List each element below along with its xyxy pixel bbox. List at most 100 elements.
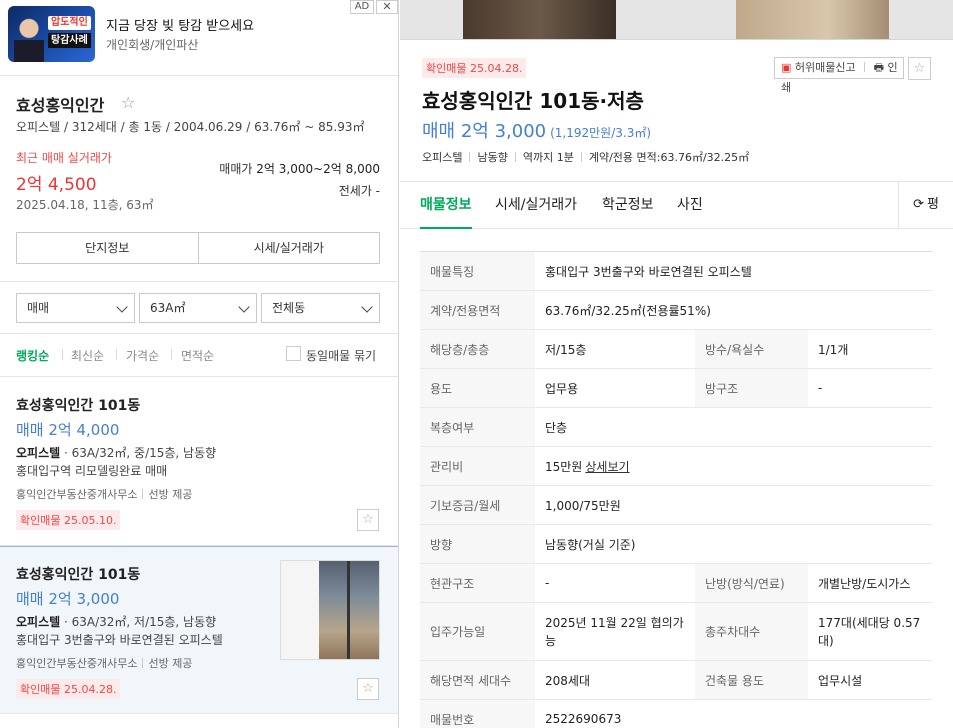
- window-photo: [319, 561, 379, 659]
- divider: [864, 62, 866, 72]
- table-value: 단층: [535, 407, 932, 447]
- table-key: 해당면적 세대수: [420, 660, 535, 700]
- table-key: 기보증금/월세: [420, 485, 535, 525]
- table-value: 2025년 11월 22일 협의가능: [535, 602, 695, 661]
- divider: [142, 489, 144, 499]
- tab-photos[interactable]: 사진: [677, 194, 703, 229]
- article-tags: 오피스텔 남동향 역까지 1분 계약/전용 면적:63.76㎡/32.25㎡: [422, 149, 749, 165]
- tab-market-price[interactable]: 시세/실거래가: [495, 194, 577, 229]
- table-value: 업무시설: [808, 660, 932, 700]
- table-key: 총주차대수: [695, 602, 808, 661]
- article-detail-panel: 확인매물 25.04.28. ▣ 허위매물신고 🖶 인쇄 ☆ 효성홍익인간 10…: [400, 0, 953, 728]
- complex-summary: 효성홍익인간 ☆ 오피스텔 / 312세대 / 총 1동 / 2004.06.2…: [0, 76, 398, 282]
- divider: [514, 152, 516, 162]
- same-listing-label[interactable]: 동일매물 묶기: [306, 347, 376, 364]
- listing-item-selected[interactable]: 효성홍익인간 101동 매매 2억 3,000 오피스텔 · 63A/32㎡, …: [0, 546, 398, 714]
- complex-info-button[interactable]: 단지정보: [17, 233, 198, 263]
- report-icon[interactable]: ▣: [781, 61, 791, 74]
- table-row: 용도 업무용 방구조 -: [420, 368, 932, 408]
- table-value: -: [808, 368, 932, 408]
- table-key: 현관구조: [420, 563, 535, 603]
- table-value: 1,000/75만원: [535, 485, 932, 525]
- table-key: 방향: [420, 524, 535, 564]
- report-button[interactable]: 허위매물신고: [795, 61, 856, 74]
- favorite-star-icon[interactable]: ☆: [357, 509, 379, 531]
- detail-tabs: 매물정보 시세/실거래가 학군정보 사진 ⟳ 평: [400, 181, 953, 229]
- tab-school[interactable]: 학군정보: [602, 194, 654, 229]
- print-icon[interactable]: 🖶: [874, 61, 884, 74]
- complex-button-group: 단지정보 시세/실거래가: [16, 232, 380, 264]
- agent-name[interactable]: 홍익인간부동산중개사무소: [16, 657, 137, 670]
- room-photo[interactable]: [736, 0, 889, 39]
- ad-thumbnail[interactable]: 압도적인 탕감사례: [8, 6, 95, 62]
- table-value: 63.76㎡/32.25㎡(전용률51%): [535, 290, 932, 330]
- ad-thumb-tag: 압도적인: [48, 16, 91, 30]
- sort-price[interactable]: 가격순: [126, 347, 159, 364]
- listing-description: 홍대입구 3번출구와 바로연결된 오피스텔: [16, 633, 223, 647]
- table-row: 입주가능일 2025년 11월 22일 협의가능 총주차대수 177대(세대당 …: [420, 602, 932, 661]
- sort-ranking[interactable]: 랭킹순: [16, 347, 49, 364]
- table-key: 방구조: [695, 368, 808, 408]
- table-key: 용도: [420, 368, 535, 408]
- tab-article-info[interactable]: 매물정보: [420, 194, 472, 229]
- fee-detail-link[interactable]: 상세보기: [585, 460, 629, 474]
- photo-strip[interactable]: [400, 0, 953, 40]
- favorite-star-icon[interactable]: ☆: [908, 57, 931, 80]
- complex-info: 오피스텔 / 312세대 / 총 1동 / 2004.06.29 / 63.76…: [16, 120, 365, 134]
- table-value: 남동향(거실 기준): [535, 524, 932, 564]
- room-photo[interactable]: [463, 0, 616, 39]
- article-tools: ▣ 허위매물신고 🖶 인쇄: [774, 57, 904, 94]
- divider: [580, 152, 582, 162]
- provider: 선방 제공: [148, 488, 193, 501]
- listing-type: 오피스텔: [16, 615, 61, 629]
- table-row: 매물특징 홍대입구 3번출구와 바로연결된 오피스텔: [420, 251, 932, 291]
- complex-name: 효성홍익인간: [16, 96, 105, 115]
- table-key: 매물번호: [420, 699, 535, 728]
- agent-name[interactable]: 홍익인간부동산중개사무소: [16, 488, 137, 501]
- table-key: 난방(방식/연료): [695, 563, 808, 603]
- table-key: 복층여부: [420, 407, 535, 447]
- sort-area[interactable]: 면적순: [181, 347, 214, 364]
- close-icon[interactable]: ✕: [376, 0, 398, 14]
- listing-spec: 오피스텔 · 63A/32㎡, 중/15층, 남동향: [16, 444, 216, 461]
- unit-toggle-button[interactable]: ⟳ 평: [898, 182, 953, 228]
- trade-type-select[interactable]: 매매: [16, 293, 135, 323]
- confirmed-badge: 확인매물 25.04.28.: [422, 58, 527, 78]
- listing-price: 매매 2억 3,000: [16, 590, 120, 608]
- tag-direction: 남동향: [477, 151, 508, 164]
- same-listing-checkbox[interactable]: [286, 346, 301, 361]
- table-row: 방향 남동향(거실 기준): [420, 524, 932, 564]
- sort-latest[interactable]: 최신순: [71, 347, 104, 364]
- area-select[interactable]: 63A㎡: [139, 293, 257, 323]
- tag-type: 오피스텔: [422, 151, 463, 164]
- listing-item[interactable]: 효성홍익인간 101동 매매 2억 4,000 오피스텔 · 63A/32㎡, …: [0, 378, 398, 546]
- listing-name[interactable]: 효성홍익인간 101동: [16, 564, 140, 584]
- table-row: 해당면적 세대수 208세대 건축물 용도 업무시설: [420, 660, 932, 700]
- favorite-star-icon[interactable]: ☆: [121, 93, 135, 112]
- confirmed-badge: 확인매물 25.04.28.: [16, 679, 121, 699]
- chevron-down-icon: [238, 301, 250, 313]
- divider: [62, 349, 63, 360]
- listing-spec: 오피스텔 · 63A/32㎡, 저/15층, 남동향: [16, 613, 216, 630]
- ad-badge[interactable]: AD: [350, 0, 374, 14]
- divider: [116, 349, 117, 360]
- sale-price-label: 매매가: [219, 162, 253, 176]
- favorite-star-icon[interactable]: ☆: [357, 678, 379, 700]
- filter-bar: 매매 63A㎡ 전체동: [0, 282, 398, 334]
- ad-title[interactable]: 지금 당장 빚 탕감 받으세요: [106, 15, 254, 34]
- table-row: 매물번호 2522690673: [420, 699, 932, 728]
- table-key: 방수/욕실수: [695, 329, 808, 369]
- dong-select[interactable]: 전체동: [261, 293, 380, 323]
- sort-bar: 랭킹순 최신순 가격순 면적순 동일매물 묶기: [0, 335, 398, 377]
- ad-banner[interactable]: 압도적인 탕감사례 지금 당장 빚 탕감 받으세요 개인회생/개인파산 AD ✕: [0, 0, 398, 76]
- listing-thumbnail[interactable]: [280, 560, 380, 660]
- table-value: 업무용: [535, 368, 695, 408]
- listing-name[interactable]: 효성홍익인간 101동: [16, 395, 140, 415]
- market-price-button[interactable]: 시세/실거래가: [197, 233, 380, 263]
- table-row: 관리비 15만원 상세보기: [420, 446, 932, 486]
- sale-price-range: 매매가 2억 3,000~2억 8,000: [219, 160, 380, 177]
- table-value: 177대(세대당 0.57대): [808, 602, 932, 661]
- divider: [142, 658, 144, 668]
- table-value: 홍대입구 3번출구와 바로연결된 오피스텔: [535, 251, 932, 291]
- table-value: 2522690673: [535, 699, 932, 728]
